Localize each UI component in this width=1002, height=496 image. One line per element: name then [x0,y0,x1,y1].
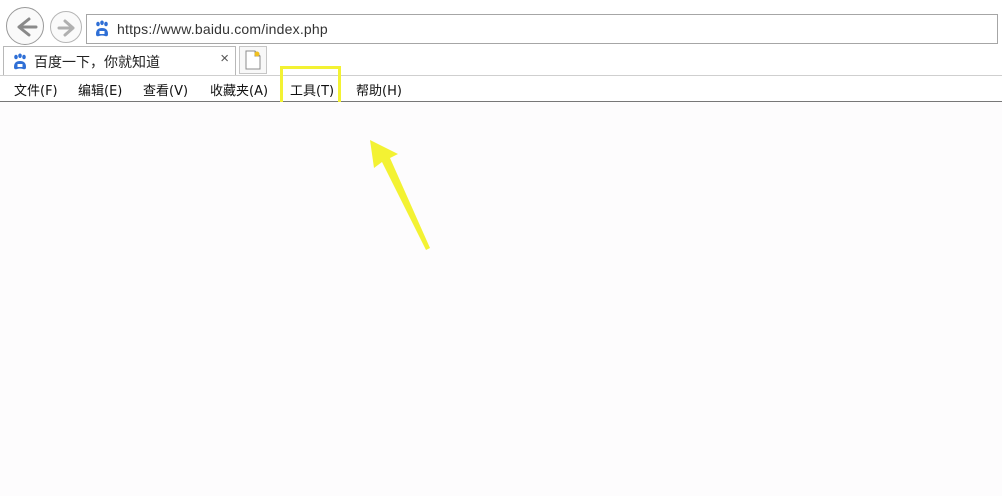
annotation-arrow-icon [370,140,430,250]
page-content [0,102,1002,496]
new-tab-button[interactable] [239,46,267,74]
tab-baidu[interactable]: 百度一下，你就知道 × [3,46,236,75]
menu-item-favorites[interactable]: 收藏夹(A) [210,80,268,99]
menu-bar: 文件(F) 编辑(E) 查看(V) 收藏夹(A) 工具(T) 帮助(H) [0,76,1002,102]
forward-arrow-icon [57,19,75,37]
navigation-bar: https://www.baidu.com/index.php [0,0,1002,50]
new-tab-icon [245,50,261,70]
baidu-paw-icon [96,20,108,37]
address-bar[interactable]: https://www.baidu.com/index.php [86,14,998,44]
menu-item-file[interactable]: 文件(F) [14,80,58,99]
tab-title: 百度一下，你就知道 [34,55,160,71]
back-button[interactable] [6,7,44,45]
baidu-paw-icon [14,53,26,70]
forward-button[interactable] [50,11,82,43]
tab-bar: 百度一下，你就知道 × [0,46,1002,76]
tab-close-button[interactable]: × [220,50,229,67]
menu-item-edit[interactable]: 编辑(E) [78,80,122,99]
menu-item-help[interactable]: 帮助(H) [356,80,402,99]
back-arrow-icon [17,17,38,37]
url-text: https://www.baidu.com/index.php [117,21,328,37]
menu-item-view[interactable]: 查看(V) [143,80,188,99]
browser-window: https://www.baidu.com/index.php 百度一下，你就知… [0,0,1002,496]
